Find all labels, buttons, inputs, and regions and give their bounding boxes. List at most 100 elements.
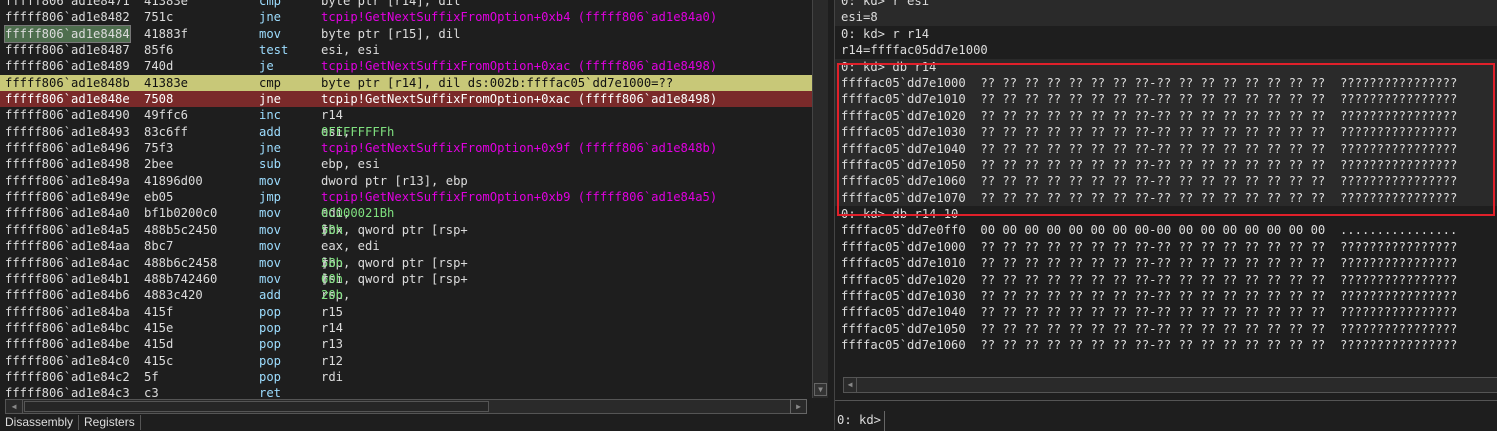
command-prompt: 0: kd> [837, 411, 886, 431]
instruction-opcode: 7508 [144, 92, 174, 107]
instruction-mnemonic: cmp [259, 75, 282, 90]
disassembly-row[interactable]: fffff806`ad1e84c3 c3 ret [0, 385, 812, 400]
instruction-address[interactable]: fffff806`ad1e848b [5, 75, 130, 91]
output-line: ffffac05`dd7e1040 ?? ?? ?? ?? ?? ?? ?? ?… [841, 305, 1458, 320]
operand-text: byte ptr [r14], dil [321, 0, 461, 8]
instruction-opcode: 415e [144, 320, 174, 335]
disassembly-row[interactable]: fffff806`ad1e8487 85f6 test esi, esi [0, 42, 812, 58]
disassembly-row[interactable]: fffff806`ad1e84ac 488b6c2458 mov rbp, qword… [0, 255, 812, 271]
disassembly-row[interactable]: fffff806`ad1e84be 415d pop r13 [0, 336, 812, 352]
instruction-address[interactable]: fffff806`ad1e8490 [5, 107, 130, 123]
output-line: ffffac05`dd7e1000 ?? ?? ?? ?? ?? ?? ?? ?… [841, 239, 1458, 254]
instruction-opcode: eb05 [144, 190, 174, 205]
instruction-address[interactable]: fffff806`ad1e8493 [5, 124, 130, 140]
instruction-opcode: 415d [144, 337, 174, 352]
symbol-link[interactable]: tcpip!GetNextSuffixFromOption+0x9f (ffff… [321, 140, 717, 156]
operand-text: r15 [321, 304, 344, 319]
scrollbar-thumb[interactable] [24, 401, 489, 412]
symbol-link[interactable]: tcpip!GetNextSuffixFromOption+0xb9 (ffff… [321, 189, 717, 205]
instruction-opcode: 75f3 [144, 141, 174, 156]
instruction-mnemonic: jne [259, 141, 282, 156]
instruction-mnemonic: add [259, 288, 282, 303]
disassembly-row[interactable]: fffff806`ad1e8493 83c6ff add esi, 0FFFFFFFF… [0, 124, 812, 140]
instruction-address[interactable]: fffff806`ad1e8482 [5, 9, 130, 25]
disassembly-row[interactable]: fffff806`ad1e84a0 bf1b0200c0 mov edi, 0C000… [0, 205, 812, 221]
disassembly-row[interactable]: fffff806`ad1e84c2 5f pop rdi [0, 369, 812, 385]
tab-disassembly[interactable]: Disassembly [0, 415, 80, 430]
disassembly-row[interactable]: fffff806`ad1e848b 41383e cmp byte ptr [r14]… [0, 74, 812, 92]
disassembly-row[interactable]: fffff806`ad1e849e eb05 jmp tcpip!GetNextSuf… [0, 189, 812, 205]
instruction-mnemonic: pop [259, 320, 282, 335]
instruction-mnemonic: inc [259, 108, 282, 123]
operand-text: dword ptr [r13], ebp [321, 173, 468, 188]
instruction-address[interactable]: fffff806`ad1e84bc [5, 320, 130, 336]
disassembly-row[interactable]: fffff806`ad1e84b1 488b742460 mov rsi, qword… [0, 271, 812, 287]
instruction-address[interactable]: fffff806`ad1e84c0 [5, 353, 130, 369]
instruction-opcode: 49ffc6 [144, 108, 189, 123]
instruction-address[interactable]: fffff806`ad1e84c3 [5, 385, 130, 400]
operand-text: r13 [321, 337, 344, 352]
instruction-address[interactable]: fffff806`ad1e84c2 [5, 369, 130, 385]
tab-registers[interactable]: Registers [79, 415, 141, 430]
operand-text: byte ptr [r14], dil ds:002b:ffffac05`dd7… [321, 75, 674, 90]
symbol-link[interactable]: tcpip!GetNextSuffixFromOption+0xac (ffff… [321, 58, 717, 74]
disassembly-row[interactable]: fffff806`ad1e8471 41383e cmp byte ptr [r14]… [0, 0, 812, 9]
instruction-address[interactable]: fffff806`ad1e84aa [5, 238, 130, 254]
instruction-address[interactable]: fffff806`ad1e849a [5, 173, 130, 189]
instruction-address[interactable]: fffff806`ad1e84ba [5, 304, 130, 320]
instruction-mnemonic: jne [259, 92, 282, 107]
instruction-address[interactable]: fffff806`ad1e84b1 [5, 271, 130, 287]
scroll-right-arrow-icon[interactable]: ▶ [790, 399, 807, 414]
instruction-opcode: 8bc7 [144, 239, 174, 254]
scroll-down-arrow-icon[interactable]: ▼ [814, 383, 827, 396]
disassembly-row[interactable]: fffff806`ad1e8496 75f3 jne tcpip!GetNextSuf… [0, 140, 812, 156]
scroll-left-arrow-icon[interactable]: ◀ [6, 400, 23, 413]
instruction-address[interactable]: fffff806`ad1e84a5 [5, 222, 130, 238]
instruction-address[interactable]: fffff806`ad1e84ac [5, 255, 130, 271]
symbol-link[interactable]: tcpip!GetNextSuffixFromOption+0xb4 (ffff… [321, 9, 717, 25]
disassembly-listing[interactable]: fffff806`ad1e8471 41383e cmp byte ptr [r14]… [0, 0, 812, 400]
disassembly-row[interactable]: fffff806`ad1e84a5 488b5c2450 mov rbx, qword… [0, 222, 812, 238]
scroll-left-arrow-icon[interactable]: ◀ [844, 378, 857, 392]
disassembly-row[interactable]: fffff806`ad1e84ba 415f pop r15 [0, 304, 812, 320]
instruction-address[interactable]: fffff806`ad1e8487 [5, 42, 130, 58]
instruction-address[interactable]: fffff806`ad1e8471 [5, 0, 130, 9]
instruction-address[interactable]: fffff806`ad1e84b6 [5, 287, 130, 303]
disassembly-row[interactable]: fffff806`ad1e84bc 415e pop r14 [0, 320, 812, 336]
instruction-address[interactable]: fffff806`ad1e84be [5, 336, 130, 352]
command-horizontal-scrollbar[interactable]: ◀ [843, 377, 1497, 393]
disassembly-row[interactable]: fffff806`ad1e8484 41883f mov byte ptr [r15]… [0, 24, 812, 44]
command-line: 0: kd> r esi [841, 0, 930, 8]
disassembly-row[interactable]: fffff806`ad1e84c0 415c pop r12 [0, 353, 812, 369]
disassembly-row[interactable]: fffff806`ad1e8482 751c jne tcpip!GetNextSuf… [0, 9, 812, 25]
instruction-opcode: 488b5c2450 [144, 222, 218, 237]
disassembly-row[interactable]: fffff806`ad1e84b6 4883c420 add rsp, 20h [0, 287, 812, 303]
instruction-opcode: c3 [144, 386, 159, 400]
disassembly-row[interactable]: fffff806`ad1e8489 740d je tcpip!GetNextSuff… [0, 58, 812, 74]
disassembly-row[interactable]: fffff806`ad1e848e 7508 jne tcpip!GetNextSuf… [0, 91, 812, 108]
instruction-address[interactable]: fffff806`ad1e8498 [5, 156, 130, 172]
disassembly-horizontal-scrollbar[interactable]: ◀ [5, 399, 807, 414]
disassembly-row[interactable]: fffff806`ad1e84aa 8bc7 mov eax, edi [0, 238, 812, 254]
instruction-address[interactable]: fffff806`ad1e84a0 [5, 205, 130, 221]
disassembly-row[interactable]: fffff806`ad1e8490 49ffc6 inc r14 [0, 107, 812, 123]
instruction-address[interactable]: fffff806`ad1e8484 [4, 24, 131, 44]
output-line: r14=ffffac05dd7e1000 [841, 43, 988, 58]
instruction-address[interactable]: fffff806`ad1e848e [5, 91, 130, 107]
instruction-opcode: 2bee [144, 157, 174, 172]
instruction-address[interactable]: fffff806`ad1e8489 [5, 58, 130, 74]
instruction-mnemonic: je [259, 59, 274, 74]
instruction-opcode: 751c [144, 10, 174, 25]
instruction-mnemonic: mov [259, 173, 282, 188]
disassembly-pane: fffff806`ad1e8471 41383e cmp byte ptr [r14]… [0, 0, 829, 430]
disassembly-vertical-scrollbar[interactable]: ▼ [812, 0, 828, 398]
instruction-mnemonic: mov [259, 271, 282, 286]
instruction-address[interactable]: fffff806`ad1e8496 [5, 140, 130, 156]
command-input-row[interactable]: 0: kd> [835, 400, 1497, 431]
instruction-opcode: 488b6c2458 [144, 255, 218, 270]
operand-text: ] [321, 271, 329, 286]
disassembly-row[interactable]: fffff806`ad1e8498 2bee sub ebp, esi [0, 156, 812, 172]
disassembly-row[interactable]: fffff806`ad1e849a 41896d00 mov dword ptr [r… [0, 173, 812, 189]
instruction-address[interactable]: fffff806`ad1e849e [5, 189, 130, 205]
operand-text: esi, esi [321, 43, 380, 58]
